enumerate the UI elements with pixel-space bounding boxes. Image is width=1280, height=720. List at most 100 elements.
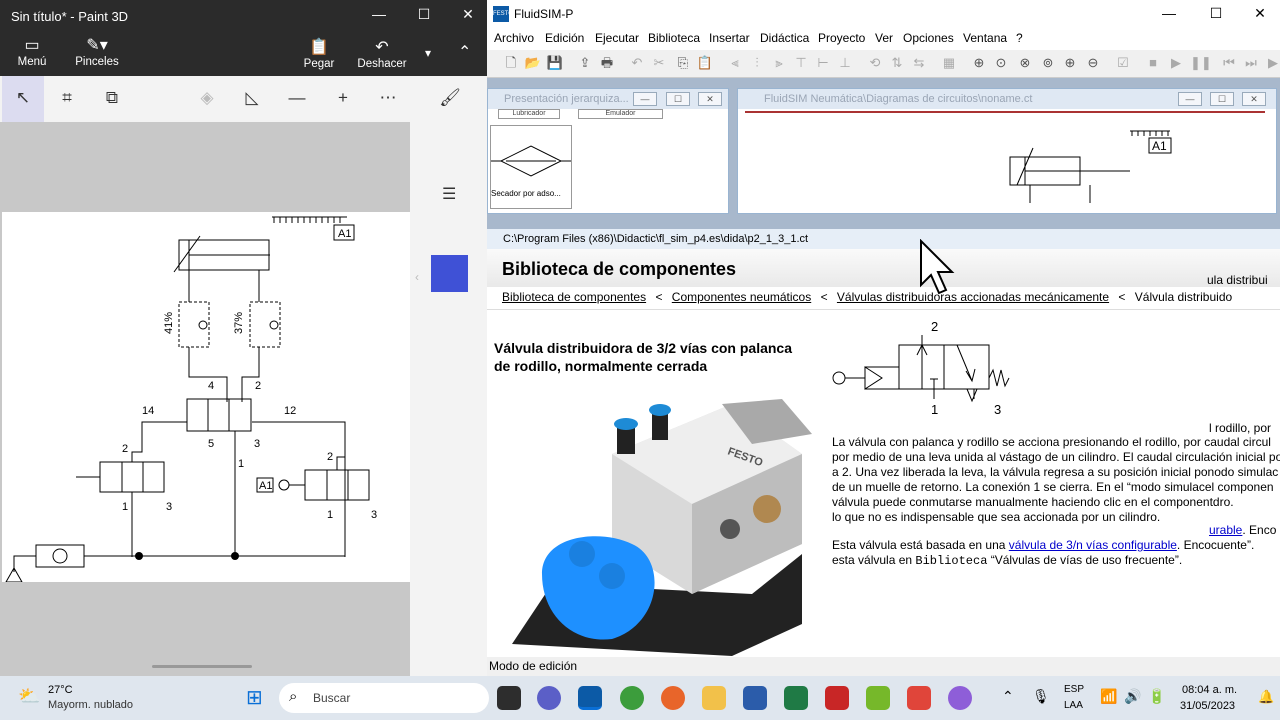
chrome-icon[interactable] <box>620 686 644 710</box>
zoom-page-icon[interactable]: ⊚ <box>1039 55 1057 71</box>
child-close-button[interactable]: ✕ <box>698 92 722 106</box>
print-icon[interactable]: 🖶 <box>598 55 616 71</box>
save-icon[interactable]: 💾 <box>546 55 564 71</box>
close-button[interactable]: ✕ <box>1238 5 1280 22</box>
menu-opciones[interactable]: Opciones <box>903 31 954 45</box>
zoom-window-icon[interactable]: ⊙ <box>992 55 1010 71</box>
step-icon[interactable]: ⏭ <box>1242 55 1260 71</box>
zoom-fit-icon[interactable]: ⊕ <box>970 55 988 71</box>
circuit-canvas[interactable]: A1 <box>745 111 1265 205</box>
secador-item[interactable]: Secador por adso... <box>490 125 572 209</box>
zoom-out-icon[interactable]: ⊖ <box>1084 55 1102 71</box>
paste-icon[interactable]: 📋 <box>696 55 714 71</box>
drawing-canvas[interactable]: A1 41% 37% 4 2 14 12 5 3 1 2 1 3 2 1 3 A… <box>2 212 410 583</box>
lubricador-item[interactable]: Lubricador <box>498 109 560 119</box>
rotate-icon[interactable]: ⟲ <box>866 55 884 71</box>
start-windows-icon[interactable]: ⊞ <box>246 685 263 710</box>
notifications-icon[interactable]: 🔔 <box>1258 689 1274 705</box>
word-icon[interactable] <box>743 686 767 710</box>
panel-chevron-icon[interactable]: ‹ <box>415 270 419 284</box>
align-left-icon[interactable]: ⫷ <box>726 55 744 71</box>
maximize-button[interactable]: ☐ <box>402 6 446 23</box>
language-code[interactable]: ESP <box>1064 684 1084 695</box>
collapse-chevron-icon[interactable]: ⌃ <box>458 42 471 62</box>
volume-icon[interactable]: 🔊 <box>1124 688 1141 705</box>
zoom-in-icon[interactable]: ⊕ <box>1061 55 1079 71</box>
line-icon[interactable]: — <box>282 88 312 108</box>
align-center-icon[interactable]: ⫶ <box>748 55 766 71</box>
menu-archivo[interactable]: Archivo <box>494 31 534 45</box>
sticker-icon[interactable]: ◈ <box>192 88 222 108</box>
link-tail-text[interactable]: urable <box>1209 523 1242 537</box>
menu-proyecto[interactable]: Proyecto <box>818 31 865 45</box>
align-middle-icon[interactable]: ⊢ <box>814 55 832 71</box>
acrobat-icon[interactable] <box>825 686 849 710</box>
align-right-icon[interactable]: ⫸ <box>770 55 788 71</box>
menu-ver[interactable]: Ver <box>875 31 893 45</box>
weather-cloud-icon[interactable]: ⛅ <box>18 686 40 707</box>
paste-button[interactable]: 📋 Pegar <box>298 38 340 70</box>
recorder-icon[interactable] <box>907 686 931 710</box>
adjust-sliders-icon[interactable]: ☰ <box>442 184 456 204</box>
child-minimize-button[interactable]: — <box>1178 92 1202 106</box>
child-maximize-button[interactable]: ☐ <box>1210 92 1234 106</box>
language-layout[interactable]: LAA <box>1064 700 1083 711</box>
fluidsim-taskbar-icon[interactable] <box>578 686 602 710</box>
minimize-button[interactable]: — <box>357 6 401 22</box>
plus-icon[interactable]: + <box>328 88 358 108</box>
rewind-icon[interactable]: ⏮ <box>1220 55 1238 71</box>
child-minimize-button[interactable]: — <box>633 92 657 106</box>
align-bottom-icon[interactable]: ⊥ <box>836 55 854 71</box>
child-maximize-button[interactable]: ☐ <box>666 92 690 106</box>
paint3d-taskbar-icon[interactable] <box>948 686 972 710</box>
teams-chat-icon[interactable] <box>537 686 561 710</box>
menu-insertar[interactable]: Insertar <box>709 31 750 45</box>
open-icon[interactable]: 📂 <box>524 55 542 71</box>
brushes-button[interactable]: ✎▾ Pinceles <box>72 36 122 68</box>
menu-ejecutar[interactable]: Ejecutar <box>595 31 639 45</box>
undo-icon[interactable]: ↶ <box>628 55 646 71</box>
crumb-neumaticos[interactable]: Componentes neumáticos <box>672 290 811 304</box>
clock-date[interactable]: 31/05/2023 <box>1180 700 1235 712</box>
close-button[interactable]: ✕ <box>446 6 490 23</box>
flag-shape-icon[interactable]: ◺ <box>237 88 267 108</box>
more-chevron-icon[interactable]: ▾ <box>425 46 431 60</box>
search-box[interactable]: ⌕ Buscar <box>279 683 489 713</box>
grid-icon[interactable]: ▦ <box>940 55 958 71</box>
file-explorer-icon[interactable] <box>702 686 726 710</box>
minimize-button[interactable]: — <box>1147 5 1191 21</box>
flip-v-icon[interactable]: ⇅ <box>888 55 906 71</box>
excel-icon[interactable] <box>784 686 808 710</box>
horizontal-scrollbar[interactable] <box>152 665 252 668</box>
pause-icon[interactable]: ❚❚ <box>1190 55 1212 71</box>
battery-icon[interactable]: 🔋 <box>1148 688 1165 705</box>
weather-temp[interactable]: 27°C <box>48 684 73 696</box>
microphone-icon[interactable]: 🎙 <box>1032 688 1050 705</box>
select-arrow-icon[interactable]: ↖ <box>8 88 38 108</box>
menu-edicion[interactable]: Edición <box>545 31 584 45</box>
zoom-select-icon[interactable]: ⊗ <box>1016 55 1034 71</box>
menu-didactica[interactable]: Didáctica <box>760 31 809 45</box>
child-close-button[interactable]: ✕ <box>1242 92 1266 106</box>
configurable-valve-link[interactable]: válvula de 3/n vías configurable <box>1009 538 1177 552</box>
wifi-icon[interactable]: 📶 <box>1100 688 1117 705</box>
check-icon[interactable]: ☑ <box>1114 55 1132 71</box>
cut-icon[interactable]: ✂ <box>650 55 668 71</box>
menu-ventana[interactable]: Ventana <box>963 31 1007 45</box>
align-top-icon[interactable]: ⊤ <box>792 55 810 71</box>
firefox-icon[interactable] <box>661 686 685 710</box>
emulador-item[interactable]: Emulador <box>578 109 663 119</box>
crop-icon[interactable]: ⌗ <box>52 88 82 108</box>
camtasia-icon[interactable] <box>866 686 890 710</box>
crumb-biblioteca[interactable]: Biblioteca de componentes <box>502 290 646 304</box>
crumb-valvulas[interactable]: Válvulas distribuidoras accionadas mecán… <box>837 290 1109 304</box>
flip-h-icon[interactable]: ⇆ <box>910 55 928 71</box>
play-icon[interactable]: ▶ <box>1167 55 1185 71</box>
menu-biblioteca[interactable]: Biblioteca <box>648 31 700 45</box>
stop-icon[interactable]: ■ <box>1144 55 1162 71</box>
copy-icon[interactable]: ⎘ <box>674 55 692 71</box>
magic-select-icon[interactable]: ⧉ <box>97 88 127 108</box>
color-swatch[interactable] <box>431 255 468 292</box>
undo-button[interactable]: ↶ Deshacer <box>356 38 408 70</box>
maximize-button[interactable]: ☐ <box>1194 5 1238 22</box>
